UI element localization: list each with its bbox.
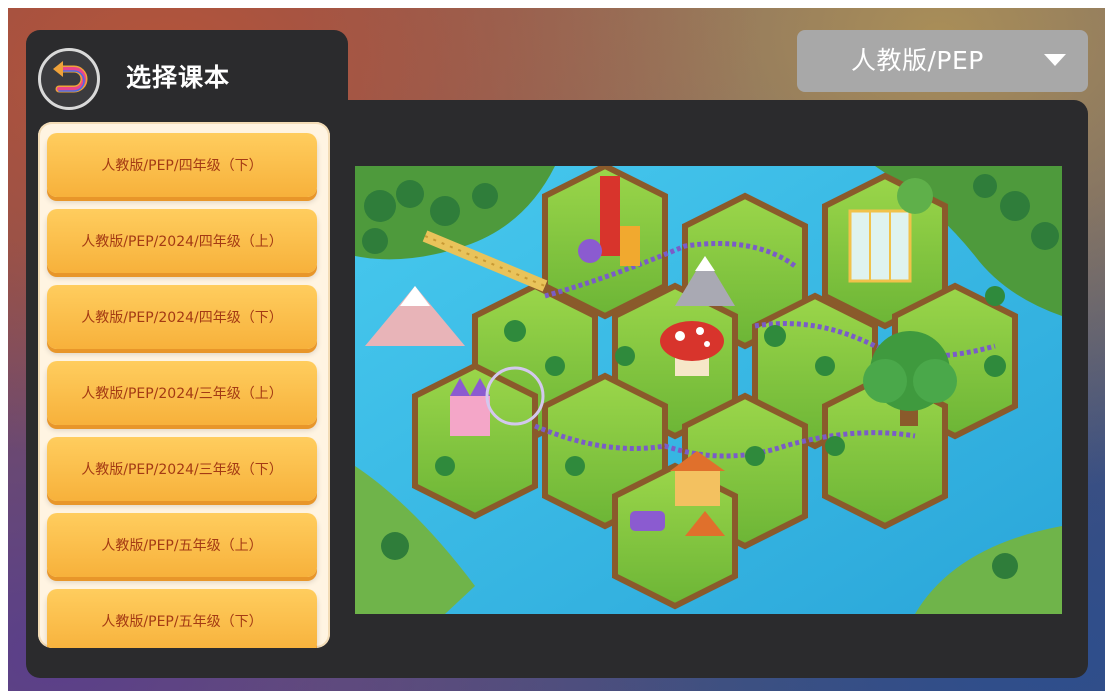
book-item[interactable]: 人教版/PEP/四年级（下） <box>47 133 317 197</box>
left-frame <box>0 0 8 691</box>
book-cover-image <box>355 166 1062 614</box>
book-item[interactable]: 人教版/PEP/2024/四年级（上） <box>47 209 317 273</box>
book-item[interactable]: 人教版/PEP/2024/三年级（下） <box>47 437 317 501</box>
back-button[interactable] <box>38 48 100 110</box>
book-item[interactable]: 人教版/PEP/五年级（上） <box>47 513 317 577</box>
book-item[interactable]: 人教版/PEP/2024/四年级（下） <box>47 285 317 349</box>
top-frame <box>0 0 1105 8</box>
page-title: 选择课本 <box>126 63 231 92</box>
book-list[interactable]: 人教版/PEP/四年级（下） 人教版/PEP/2024/四年级（上） 人教版/P… <box>38 122 330 648</box>
version-dropdown-value: 人教版/PEP <box>851 46 984 75</box>
caret-down-icon <box>1044 54 1066 66</box>
book-item[interactable]: 人教版/PEP/2024/三年级（上） <box>47 361 317 425</box>
version-dropdown[interactable]: 人教版/PEP <box>797 30 1088 92</box>
island-map-illustration <box>355 166 1062 614</box>
book-item[interactable]: 人教版/PEP/五年级（下） <box>47 589 317 648</box>
back-arrow-icon <box>53 61 88 93</box>
